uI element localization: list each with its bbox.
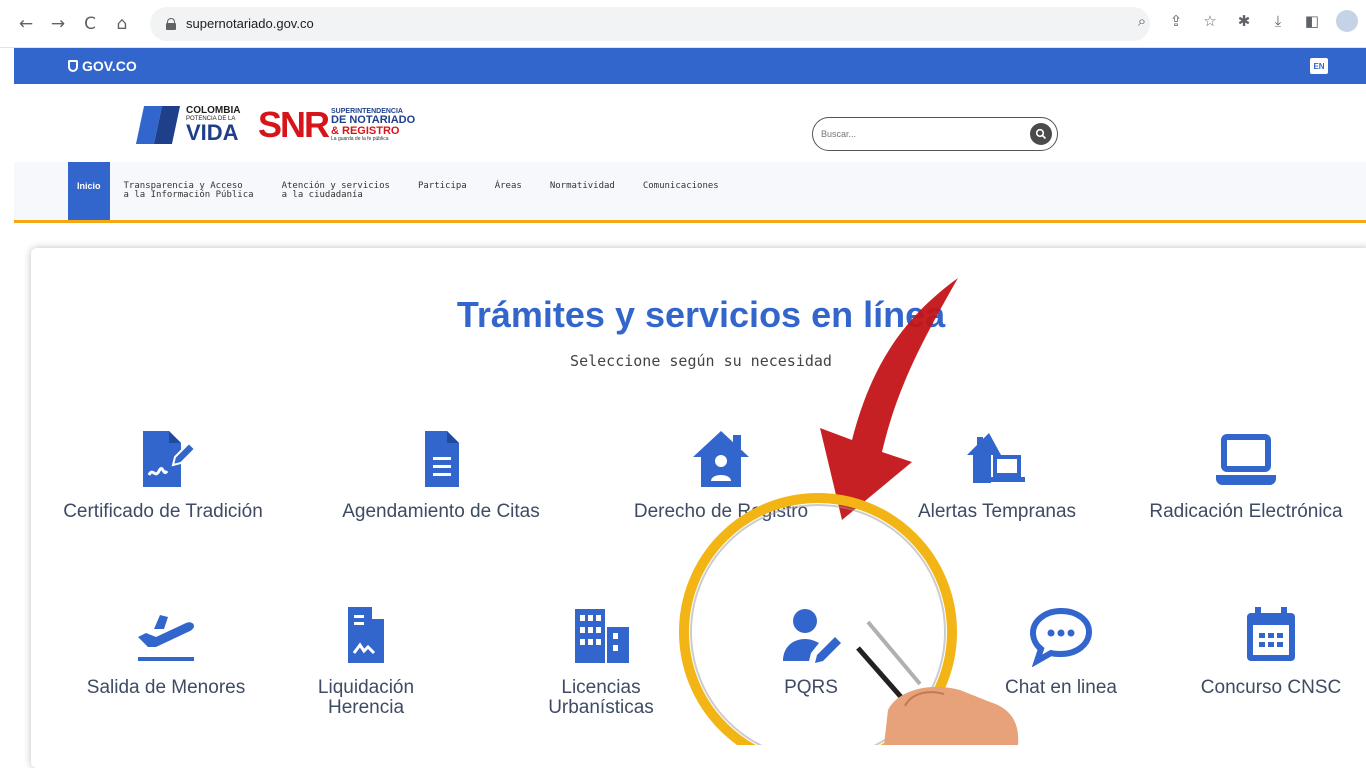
buildings-icon <box>575 609 629 663</box>
download-icon[interactable]: ⤓ <box>1268 11 1288 31</box>
shield-icon <box>68 60 78 72</box>
language-button[interactable]: EN <box>1310 58 1328 74</box>
tile-licencias-urbanisticas[interactable]: Licencias Urbanísticas <box>521 600 681 718</box>
tile-agendamiento-citas[interactable]: Agendamiento de Citas <box>321 424 561 522</box>
nav-item-comunicaciones[interactable]: Comunicaciones <box>629 162 733 220</box>
back-icon[interactable]: ← <box>12 10 40 38</box>
home-icon[interactable]: ⌂ <box>108 10 136 38</box>
site-header: COLOMBIA POTENCIA DE LA VIDA SNR SUPERIN… <box>14 84 1366 162</box>
tile-salida-menores[interactable]: Salida de Menores <box>51 600 281 698</box>
nav-item-transparencia[interactable]: Transparencia y Acceso a la Información … <box>110 162 268 220</box>
search-box <box>812 117 1058 151</box>
tile-label: Concurso CNSC <box>1200 677 1342 698</box>
nav-item-atencion[interactable]: Atención y servicios a la ciudadanía <box>268 162 404 220</box>
tile-certificado-tradicion[interactable]: Certificado de Tradición <box>37 424 289 522</box>
address-bar[interactable]: supernotariado.gov.co <box>150 6 1150 41</box>
browser-toolbar: ← → C ⌂ supernotariado.gov.co ⌕ ⇪ ☆ ✱ ⤓ … <box>0 0 1366 48</box>
document-signature-icon <box>143 431 195 487</box>
chat-bubble-icon <box>1029 607 1093 667</box>
gov-bar: GOV.CO EN <box>14 48 1366 84</box>
snr-logo[interactable]: SNR SUPERINTENDENCIA DE NOTARIADO & REGI… <box>258 104 415 146</box>
tile-derecho-registro[interactable]: Derecho de Registro <box>601 424 841 522</box>
services-title: Trámites y servicios en línea <box>456 294 946 335</box>
share-icon[interactable]: ⇪ <box>1166 11 1186 31</box>
snr-line4: La guarda de la fe pública <box>331 136 389 142</box>
main-nav: Inicio Transparencia y Acceso a la Infor… <box>14 162 1366 223</box>
services-card: Trámites y servicios en línea Seleccione… <box>31 248 1366 768</box>
colombia-mark-icon <box>135 106 181 144</box>
house-laptop-icon <box>967 433 1025 483</box>
user-pen-icon <box>783 609 841 663</box>
services-subtitle: Seleccione según su necesidad <box>570 352 832 370</box>
tile-pqrs[interactable]: PQRS <box>731 600 891 698</box>
nav-item-areas[interactable]: Áreas <box>481 162 536 220</box>
search-icon <box>1035 128 1047 140</box>
tile-label: Liquidación Herencia <box>317 677 415 718</box>
search-button[interactable] <box>1030 123 1052 145</box>
web-page: GOV.CO EN COLOMBIA POTENCIA DE LA VIDA S… <box>14 48 1366 768</box>
nav-item-inicio[interactable]: Inicio <box>68 162 110 220</box>
star-icon[interactable]: ☆ <box>1200 11 1220 31</box>
colombia-line1: COLOMBIA <box>186 105 241 116</box>
tile-label: Alertas Tempranas <box>917 501 1077 522</box>
gov-co-link[interactable]: GOV.CO <box>68 58 137 74</box>
colombia-line3: VIDA <box>186 120 239 145</box>
tile-label: PQRS <box>784 677 838 698</box>
gov-co-label: GOV.CO <box>82 58 137 74</box>
tile-label: Agendamiento de Citas <box>342 501 540 522</box>
tile-concurso-cnsc[interactable]: Concurso CNSC <box>1181 600 1361 698</box>
tile-liquidacion-herencia[interactable]: Liquidación Herencia <box>291 600 441 718</box>
sidepanel-icon[interactable]: ◧ <box>1302 11 1322 31</box>
house-person-icon <box>693 431 749 487</box>
tile-alertas-tempranas[interactable]: Alertas Tempranas <box>877 424 1117 522</box>
tile-label: Chat en linea <box>1005 677 1117 698</box>
nav-item-participa[interactable]: Participa <box>404 162 481 220</box>
nav-item-normatividad[interactable]: Normatividad <box>536 162 629 220</box>
plane-departure-icon <box>138 615 194 661</box>
tile-label: Radicación Electrónica <box>1149 501 1343 522</box>
lock-icon <box>166 18 176 30</box>
file-text-icon <box>425 431 459 487</box>
tile-label: Salida de Menores <box>86 677 246 698</box>
tile-label: Certificado de Tradición <box>63 501 263 522</box>
tile-radicacion-electronica[interactable]: Radicación Electrónica <box>1131 424 1361 522</box>
tile-label: Licencias Urbanísticas <box>548 677 654 718</box>
zoom-icon[interactable]: ⌕ <box>1132 11 1152 31</box>
document-chart-icon <box>348 607 384 663</box>
snr-mark: SNR <box>258 104 330 145</box>
url-text: supernotariado.gov.co <box>186 16 314 31</box>
extensions-icon[interactable]: ✱ <box>1234 11 1254 31</box>
profile-avatar[interactable] <box>1336 10 1358 32</box>
colombia-logo[interactable]: COLOMBIA POTENCIA DE LA VIDA <box>135 105 241 145</box>
tile-chat-en-linea[interactable]: Chat en linea <box>981 600 1141 698</box>
forward-icon[interactable]: → <box>44 10 72 38</box>
search-input[interactable] <box>821 129 1021 139</box>
laptop-icon <box>1216 434 1276 485</box>
calendar-icon <box>1247 607 1295 661</box>
tile-label: Derecho de Registro <box>633 501 809 522</box>
reload-icon[interactable]: C <box>76 10 104 38</box>
